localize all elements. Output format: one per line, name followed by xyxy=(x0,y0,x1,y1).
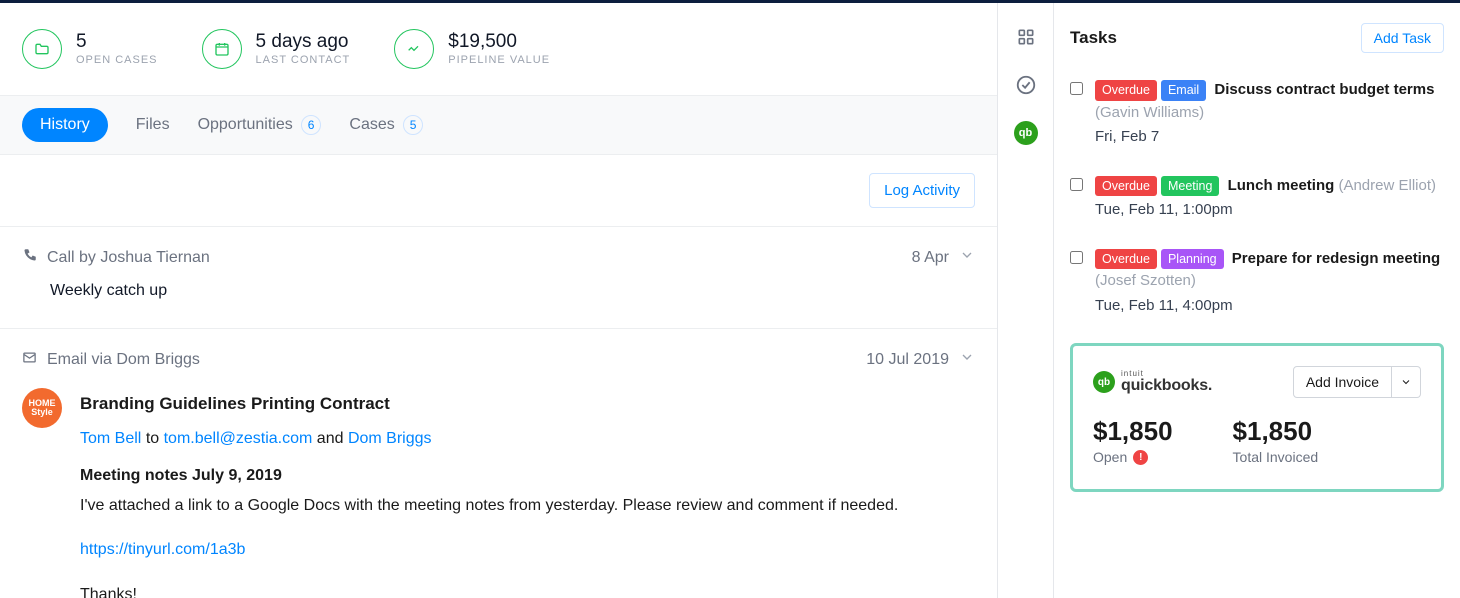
tab-bar: History Files Opportunities 6 Cases 5 xyxy=(0,95,997,155)
summary-open-cases: 5 OPEN CASES xyxy=(22,29,158,69)
overdue-badge: Overdue xyxy=(1095,176,1157,197)
email-to-link[interactable]: tom.bell@zestia.com xyxy=(164,430,313,447)
quickbooks-rail-icon[interactable]: qb xyxy=(1010,117,1042,149)
summary-bar: 5 OPEN CASES 5 days ago LAST CONTACT $ xyxy=(0,3,997,95)
task-type-badge: Email xyxy=(1161,80,1206,101)
quickbooks-widget: qb intuit quickbooks. Add Invoice xyxy=(1070,343,1444,492)
overdue-badge: Overdue xyxy=(1095,249,1157,270)
last-contact-label: LAST CONTACT xyxy=(256,54,351,66)
email-and-word: and xyxy=(317,430,344,447)
summary-last-contact: 5 days ago LAST CONTACT xyxy=(202,29,351,69)
task-checkbox[interactable] xyxy=(1070,82,1083,95)
tab-opportunities-label: Opportunities xyxy=(198,116,293,134)
chart-icon xyxy=(394,29,434,69)
email-from-link[interactable]: Tom Bell xyxy=(80,430,141,447)
history-call-title: Call by Joshua Tiernan xyxy=(47,249,210,267)
pipeline-label: PIPELINE VALUE xyxy=(448,54,550,66)
task-date: Fri, Feb 7 xyxy=(1095,126,1444,149)
history-call-date: 8 Apr xyxy=(912,249,949,267)
task-title: Prepare for redesign meeting xyxy=(1232,250,1440,267)
open-cases-value: 5 xyxy=(76,32,158,53)
chevron-down-icon[interactable] xyxy=(959,349,975,370)
tab-cases[interactable]: Cases 5 xyxy=(349,115,423,135)
email-recipients: Tom Bell to tom.bell@zestia.com and Dom … xyxy=(80,424,975,454)
phone-icon xyxy=(22,248,37,268)
check-circle-icon[interactable] xyxy=(1010,69,1042,101)
task-assignee: (Josef Szotten) xyxy=(1095,272,1196,289)
tab-history-label: History xyxy=(40,116,90,134)
task-checkbox[interactable] xyxy=(1070,178,1083,191)
email-signoff: Thanks! xyxy=(80,580,975,598)
task-assignee: (Andrew Elliot) xyxy=(1338,177,1436,194)
add-invoice-dropdown[interactable] xyxy=(1392,366,1421,398)
task-checkbox[interactable] xyxy=(1070,251,1083,264)
avatar: HOME Style xyxy=(22,388,62,428)
quickbooks-name-label: quickbooks. xyxy=(1121,378,1212,394)
task-title: Lunch meeting xyxy=(1228,177,1335,194)
qb-open-amount: $1,850 xyxy=(1093,416,1173,447)
open-cases-label: OPEN CASES xyxy=(76,54,158,66)
summary-pipeline: $19,500 PIPELINE VALUE xyxy=(394,29,550,69)
task-item[interactable]: OverdueMeeting Lunch meeting (Andrew Ell… xyxy=(1070,165,1444,238)
qb-open-label: Open xyxy=(1093,449,1127,465)
add-task-button[interactable]: Add Task xyxy=(1361,23,1444,53)
tab-cases-count: 5 xyxy=(403,115,424,135)
quickbooks-logo: qb intuit quickbooks. xyxy=(1093,370,1212,394)
task-assignee: (Gavin Williams) xyxy=(1095,104,1204,121)
email-subject: Branding Guidelines Printing Contract xyxy=(80,388,975,420)
qb-total-amount: $1,850 xyxy=(1233,416,1319,447)
task-type-badge: Planning xyxy=(1161,249,1224,270)
email-to-word: to xyxy=(146,430,159,447)
tab-files[interactable]: Files xyxy=(136,116,170,134)
folder-icon xyxy=(22,29,62,69)
task-item[interactable]: OverdueEmail Discuss contract budget ter… xyxy=(1070,69,1444,165)
chevron-down-icon[interactable] xyxy=(959,247,975,268)
history-call-item[interactable]: Call by Joshua Tiernan 8 Apr Weekly catc… xyxy=(0,227,997,329)
task-type-badge: Meeting xyxy=(1161,176,1219,197)
mail-icon xyxy=(22,350,37,370)
alert-icon: ! xyxy=(1133,450,1148,465)
tab-opportunities-count: 6 xyxy=(301,115,322,135)
history-email-date: 10 Jul 2019 xyxy=(866,351,949,369)
log-activity-button[interactable]: Log Activity xyxy=(869,173,975,208)
email-link[interactable]: https://tinyurl.com/1a3b xyxy=(80,541,245,558)
apps-icon[interactable] xyxy=(1010,21,1042,53)
overdue-badge: Overdue xyxy=(1095,80,1157,101)
tab-history[interactable]: History xyxy=(22,108,108,142)
email-heading: Meeting notes July 9, 2019 xyxy=(80,461,975,491)
tasks-list: OverdueEmail Discuss contract budget ter… xyxy=(1070,69,1444,333)
last-contact-value: 5 days ago xyxy=(256,32,351,53)
add-invoice-button[interactable]: Add Invoice xyxy=(1293,366,1392,398)
task-date: Tue, Feb 11, 4:00pm xyxy=(1095,295,1444,318)
task-item[interactable]: OverduePlanning Prepare for redesign mee… xyxy=(1070,238,1444,334)
tab-cases-label: Cases xyxy=(349,116,394,134)
pipeline-value: $19,500 xyxy=(448,32,550,53)
actions-row: Log Activity xyxy=(0,155,997,227)
tasks-title: Tasks xyxy=(1070,28,1117,48)
tab-opportunities[interactable]: Opportunities 6 xyxy=(198,115,322,135)
tab-files-label: Files xyxy=(136,116,170,134)
task-date: Tue, Feb 11, 1:00pm xyxy=(1095,199,1444,222)
task-title: Discuss contract budget terms xyxy=(1214,81,1434,98)
email-cc-link[interactable]: Dom Briggs xyxy=(348,430,432,447)
email-body-text: I've attached a link to a Google Docs wi… xyxy=(80,491,975,521)
right-rail: qb xyxy=(998,3,1054,598)
history-email-title: Email via Dom Briggs xyxy=(47,351,200,369)
history-email-item[interactable]: Email via Dom Briggs 10 Jul 2019 HOME St… xyxy=(0,329,997,598)
chevron-down-icon xyxy=(1400,376,1412,388)
calendar-icon xyxy=(202,29,242,69)
qb-total-label: Total Invoiced xyxy=(1233,449,1319,465)
history-call-body: Weekly catch up xyxy=(22,268,975,300)
